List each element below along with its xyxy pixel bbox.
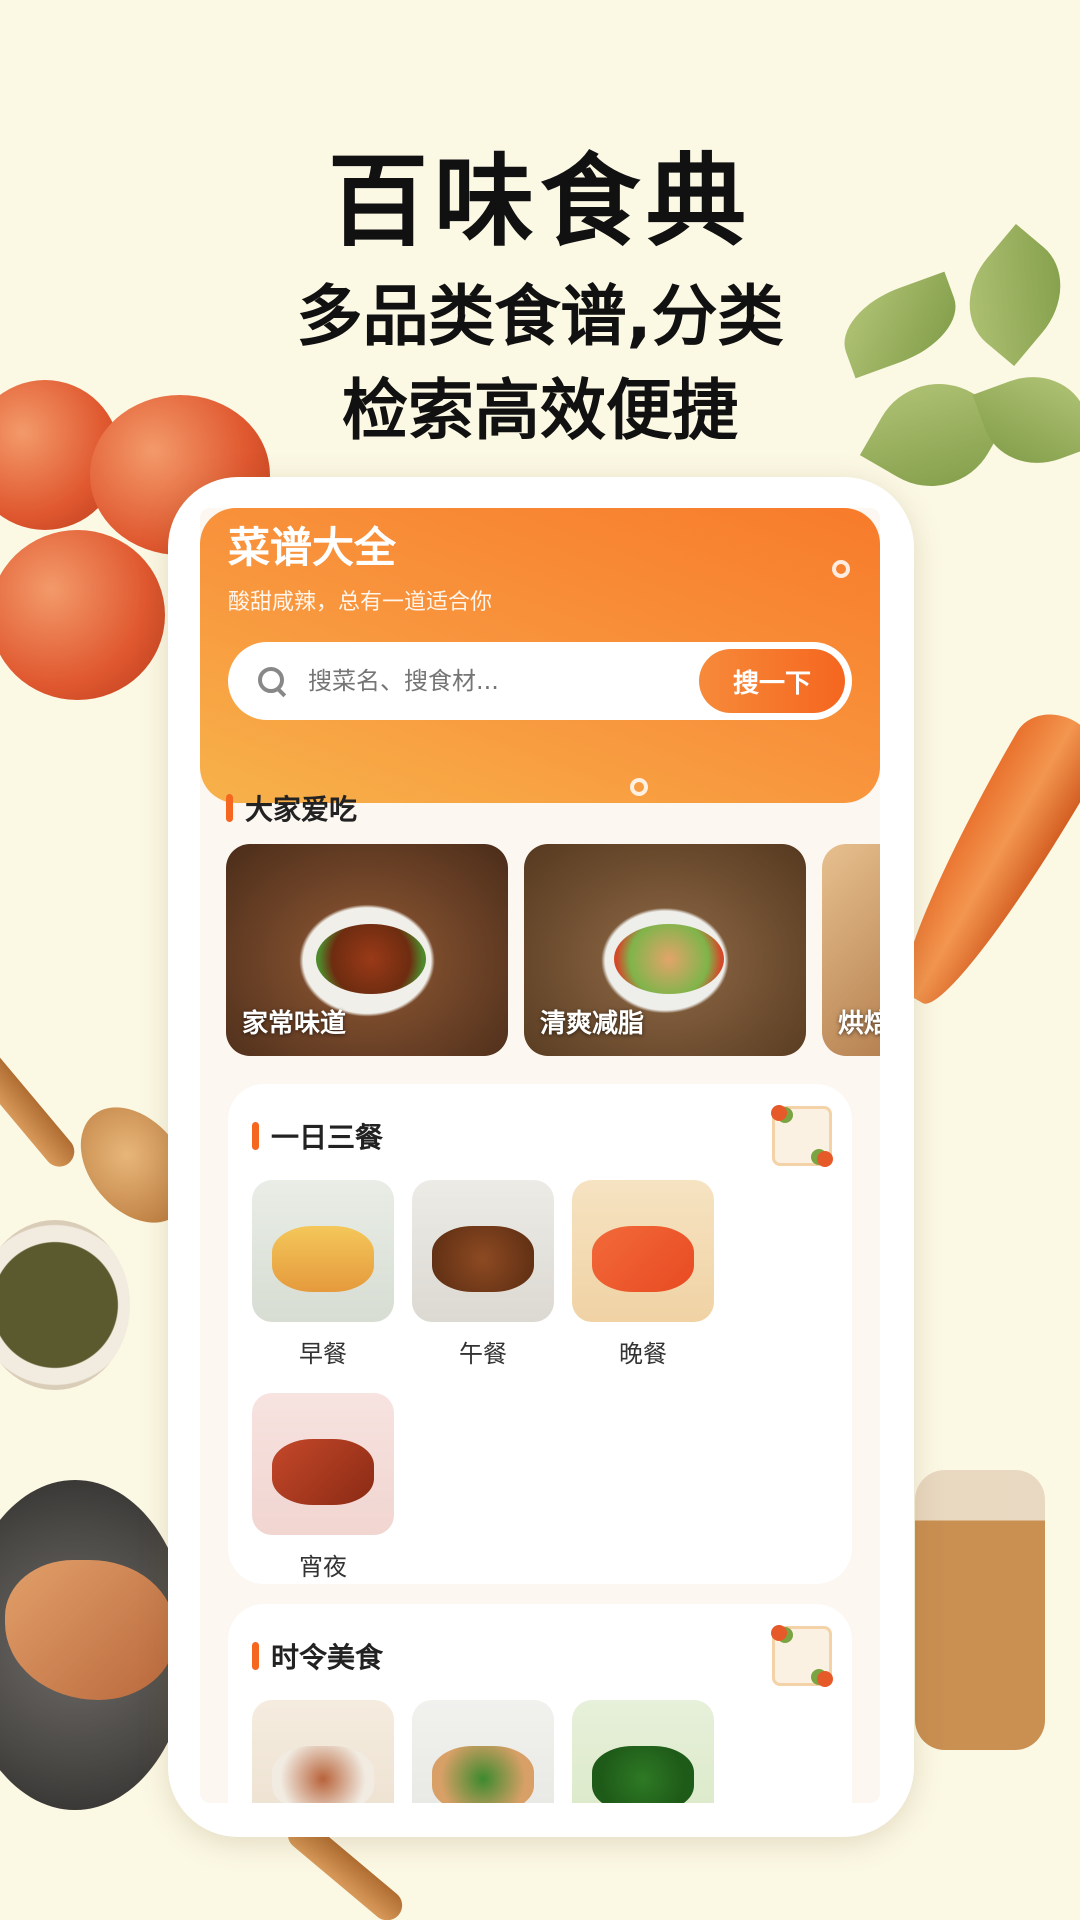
banner-title: 菜谱大全 xyxy=(228,523,397,572)
decorative-circle xyxy=(832,560,850,578)
seasonal-thumbnail xyxy=(412,1700,554,1803)
category-card[interactable]: 家常味道 xyxy=(226,844,508,1056)
spoon-handle-illustration xyxy=(0,977,81,1173)
section-title-text: 一日三餐 xyxy=(271,1121,384,1154)
frame-decoration-icon xyxy=(771,1105,833,1167)
category-card-label: 烘焙 xyxy=(838,1009,880,1039)
seasonal-panel: 时令美食 xyxy=(228,1604,852,1803)
meal-item-label: 宵夜 xyxy=(299,1553,347,1581)
dish-image xyxy=(432,1746,534,1803)
section-accent-bar xyxy=(226,794,233,822)
category-card[interactable]: 烘焙 xyxy=(822,844,880,1056)
seasonal-grid xyxy=(252,1700,874,1803)
seasonal-thumbnail xyxy=(252,1700,394,1803)
dish-image xyxy=(432,1226,534,1292)
dish-image xyxy=(272,1746,374,1803)
seasonal-item[interactable] xyxy=(572,1700,714,1803)
search-input[interactable] xyxy=(308,667,699,695)
meal-item-breakfast[interactable]: 早餐 xyxy=(252,1180,394,1369)
category-card[interactable]: 清爽减脂 xyxy=(524,844,806,1056)
meal-item-dinner[interactable]: 晚餐 xyxy=(572,1180,714,1369)
meal-thumbnail xyxy=(252,1180,394,1322)
meal-thumbnail xyxy=(412,1180,554,1322)
category-card-label: 清爽减脂 xyxy=(540,1009,645,1039)
section-title-text: 时令美食 xyxy=(271,1641,384,1674)
hero-title: 百味食典 xyxy=(328,143,752,260)
dish-image xyxy=(272,1226,374,1292)
meal-item-lunch[interactable]: 午餐 xyxy=(412,1180,554,1369)
seasonal-thumbnail xyxy=(572,1700,714,1803)
search-button[interactable]: 搜一下 xyxy=(699,649,845,713)
decorative-circle xyxy=(630,778,648,796)
section-accent-bar xyxy=(252,1642,259,1670)
dish-image xyxy=(592,1226,694,1292)
meals-panel: 一日三餐 早餐 午餐 晚餐 宵夜 xyxy=(228,1084,852,1584)
app-screen: 菜谱大全 酸甜咸辣，总有一道适合你 搜一下 大家爱吃 家常味道 清爽减脂 烘焙 … xyxy=(200,508,880,1803)
meal-thumbnail xyxy=(572,1180,714,1322)
pepper-bowl-illustration xyxy=(0,1220,130,1390)
dish-image xyxy=(272,1439,374,1505)
meal-item-label: 晚餐 xyxy=(619,1340,667,1368)
seasonal-item[interactable] xyxy=(252,1700,394,1803)
dish-image xyxy=(316,924,426,994)
meal-item-label: 午餐 xyxy=(459,1340,507,1368)
spice-jar-illustration xyxy=(915,1470,1045,1750)
section-accent-bar xyxy=(252,1122,259,1150)
section-title-meals: 一日三餐 xyxy=(252,1116,383,1156)
category-card-label: 家常味道 xyxy=(242,1009,347,1039)
dish-image xyxy=(592,1746,694,1803)
banner-subtitle: 酸甜咸辣，总有一道适合你 xyxy=(228,590,493,615)
meal-thumbnail xyxy=(252,1393,394,1535)
dish-image xyxy=(614,924,724,994)
frame-decoration-icon xyxy=(771,1625,833,1687)
meals-grid: 早餐 午餐 晚餐 宵夜 xyxy=(252,1180,874,1582)
section-title-seasonal: 时令美食 xyxy=(252,1636,383,1676)
meal-item-late-night[interactable]: 宵夜 xyxy=(252,1393,394,1582)
meal-item-label: 早餐 xyxy=(299,1340,347,1368)
seasonal-item[interactable] xyxy=(412,1700,554,1803)
search-bar: 搜一下 xyxy=(228,642,852,720)
tomato-illustration xyxy=(0,530,165,700)
section-title-text: 大家爱吃 xyxy=(245,793,358,826)
popular-carousel[interactable]: 家常味道 清爽减脂 烘焙 xyxy=(226,844,880,1056)
section-title-popular: 大家爱吃 xyxy=(226,788,357,828)
header-banner: 菜谱大全 酸甜咸辣，总有一道适合你 搜一下 xyxy=(200,508,880,803)
search-icon xyxy=(258,667,286,695)
